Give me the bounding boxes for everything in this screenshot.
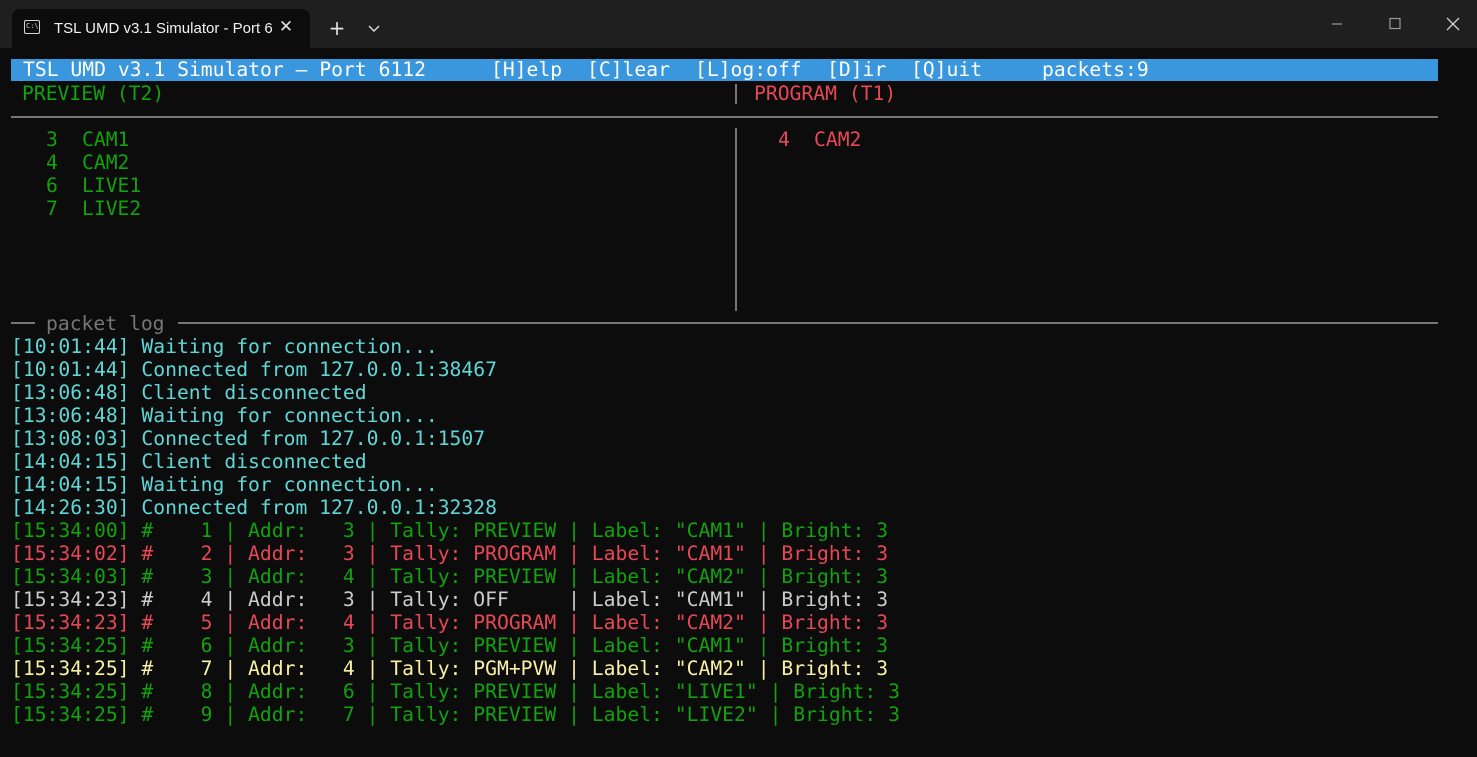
preview-item-label: CAM2 [82,151,130,174]
preview-item-label: LIVE1 [82,174,142,197]
preview-item-addr: 3 [46,128,58,151]
help-key: [H]elp [491,58,563,81]
packet-counter: packets:9 [1042,58,1149,81]
close-tab-icon[interactable]: ✕ [276,17,296,37]
quit-key: [Q]uit [911,58,983,81]
close-window-icon[interactable] [1441,12,1465,36]
log-rule-right [178,322,1438,324]
terminal-area[interactable]: TSL UMD v3.1 Simulator – Port 6112 [H]el… [0,48,1477,757]
packet-log-title: packet log [46,312,165,335]
minimize-icon[interactable] [1325,12,1349,36]
terminal-tab[interactable]: C:\ TSL UMD v3.1 Simulator - Port 6112 ✕ [12,9,310,48]
log-line: [15:34:25] # 8 | Addr: 6 | Tally: PREVIE… [11,680,900,703]
log-line: [15:34:00] # 1 | Addr: 3 | Tally: PREVIE… [11,519,889,542]
pane-divider [735,128,737,311]
log-line: [15:34:23] # 4 | Addr: 3 | Tally: OFF | … [11,588,889,611]
log-line: [13:08:03] Connected from 127.0.0.1:1507 [11,427,486,450]
preview-item-addr: 4 [46,151,58,174]
log-line: [15:34:23] # 5 | Addr: 4 | Tally: PROGRA… [11,611,889,634]
new-tab-button[interactable]: + [326,17,348,39]
log-line: [13:06:48] Waiting for connection... [11,404,438,427]
log-line: [14:04:15] Client disconnected [11,450,367,473]
log-line: [10:01:44] Waiting for connection... [11,335,438,358]
status-header-bar: TSL UMD v3.1 Simulator – Port 6112 [H]el… [11,59,1438,81]
log-rule-left [11,322,35,324]
log-line: [14:04:15] Waiting for connection... [11,473,438,496]
pane-header-rule [11,116,1438,118]
preview-item-label: CAM1 [82,128,130,151]
app-title: TSL UMD v3.1 Simulator – Port 6112 [23,58,426,81]
log-line: [15:34:03] # 3 | Addr: 4 | Tally: PREVIE… [11,565,889,588]
preview-pane-title: PREVIEW (T2) [22,82,165,105]
preview-item-label: LIVE2 [82,197,142,220]
log-toggle-key: [L]og:off [695,58,802,81]
tab-title: TSL UMD v3.1 Simulator - Port 6112 [54,20,272,37]
preview-item-addr: 7 [46,197,58,220]
window-titlebar: C:\ TSL UMD v3.1 Simulator - Port 6112 ✕… [0,0,1477,48]
log-line: [15:34:25] # 7 | Addr: 4 | Tally: PGM+PV… [11,657,889,680]
log-line: [13:06:48] Client disconnected [11,381,367,404]
log-line: [15:34:02] # 2 | Addr: 3 | Tally: PROGRA… [11,542,889,565]
clear-key: [C]lear [587,58,670,81]
chevron-down-icon[interactable] [366,20,382,36]
program-item-addr: 4 [778,128,790,151]
program-pane-title: PROGRAM (T1) [754,82,897,105]
terminal-icon: C:\ [24,20,40,34]
log-line: [10:01:44] Connected from 127.0.0.1:3846… [11,358,497,381]
program-item-label: CAM2 [814,128,862,151]
maximize-icon[interactable] [1383,12,1407,36]
dir-key: [D]ir [827,58,887,81]
log-line: [14:26:30] Connected from 127.0.0.1:3232… [11,496,497,519]
pane-divider-top [735,84,737,104]
preview-item-addr: 6 [46,174,58,197]
log-line: [15:34:25] # 9 | Addr: 7 | Tally: PREVIE… [11,703,900,726]
log-line: [15:34:25] # 6 | Addr: 3 | Tally: PREVIE… [11,634,889,657]
